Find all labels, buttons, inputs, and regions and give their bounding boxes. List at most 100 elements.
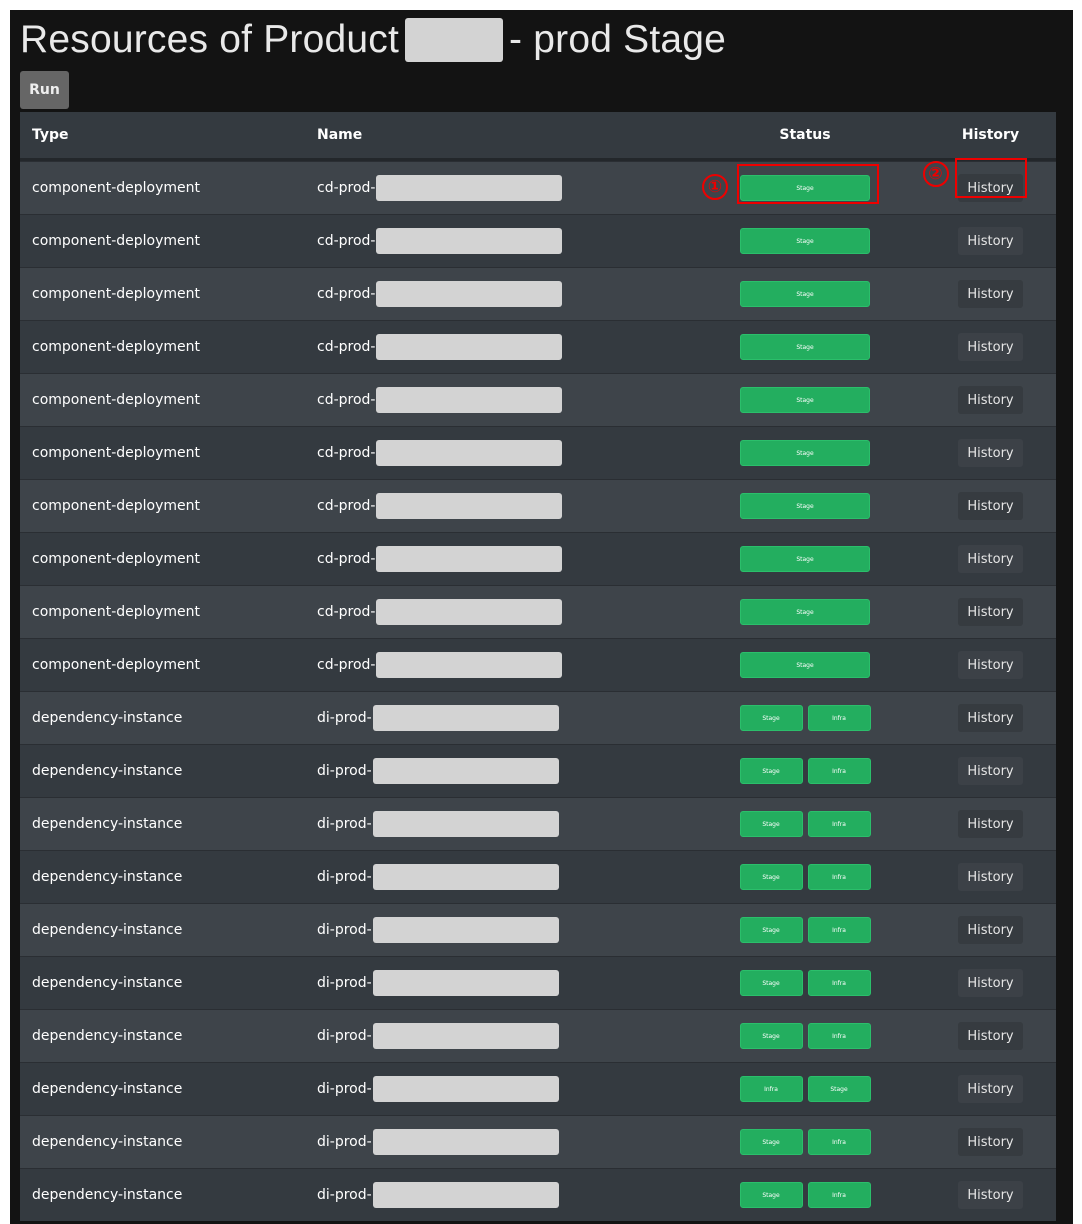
history-button[interactable]: History [958, 386, 1023, 414]
cell-type: dependency-instance [32, 1081, 183, 1097]
redacted-name [376, 228, 563, 254]
redacted-name [372, 1076, 559, 1102]
table-row: component-deployment cd-prod- Stage History [20, 267, 1056, 320]
cell-history: History [925, 969, 1056, 997]
history-button[interactable]: History [958, 651, 1023, 679]
cell-status: Stage Infra [685, 705, 925, 731]
status-badge[interactable]: Stage [740, 281, 870, 307]
cell-type: dependency-instance [32, 1134, 183, 1150]
status-badge[interactable]: Stage [739, 811, 803, 837]
table-row: component-deployment cd-prod- Stage History [20, 532, 1056, 585]
history-button[interactable]: History [958, 439, 1023, 467]
status-badge[interactable]: Stage [740, 334, 870, 360]
redacted-name [372, 1023, 559, 1049]
cell-status: Stage [685, 281, 925, 307]
name-prefix: cd-prod- [317, 233, 376, 249]
history-button[interactable]: History [958, 227, 1023, 255]
cell-type: dependency-instance [32, 1187, 183, 1203]
status-badge[interactable]: Stage [740, 493, 870, 519]
redacted-name [372, 917, 559, 943]
cell-history: History ② [922, 158, 1056, 202]
status-badge[interactable]: Stage [739, 1129, 803, 1155]
status-badge[interactable]: Stage [739, 917, 803, 943]
cell-history: History [925, 492, 1056, 520]
status-badge[interactable]: Infra [807, 1023, 871, 1049]
name-prefix: di-prod- [317, 816, 372, 832]
status-badge[interactable]: Stage [739, 1182, 803, 1208]
name-prefix: cd-prod- [317, 604, 376, 620]
status-badge[interactable]: Stage [739, 1023, 803, 1049]
history-button[interactable]: History [958, 863, 1023, 891]
status-badge[interactable]: Infra [807, 1129, 871, 1155]
table-row: component-deployment cd-prod- Stage History [20, 638, 1056, 691]
status-badge[interactable]: Infra [807, 864, 871, 890]
history-button[interactable]: History [958, 704, 1023, 732]
status-badge[interactable]: Infra [807, 917, 871, 943]
history-button[interactable]: History [958, 280, 1023, 308]
cell-name: di-prod- [305, 917, 685, 943]
name-prefix: di-prod- [317, 1081, 372, 1097]
history-button[interactable]: History [958, 757, 1023, 785]
status-badge[interactable]: Infra [739, 1076, 803, 1102]
status-badge[interactable]: Stage [739, 970, 803, 996]
status-badge[interactable]: Infra [807, 705, 871, 731]
cell-history: History [925, 1022, 1056, 1050]
status-badge[interactable]: Stage [807, 1076, 871, 1102]
table-row: dependency-instance di-prod- Stage Infra His… [20, 797, 1056, 850]
annotation-number-2: ② [922, 161, 949, 187]
status-badge[interactable]: Infra [807, 1182, 871, 1208]
cell-history: History [925, 651, 1056, 679]
status-badge[interactable]: Infra [807, 811, 871, 837]
cell-history: History [925, 386, 1056, 414]
cell-status: Stage [685, 228, 925, 254]
cell-type: component-deployment [32, 233, 200, 249]
history-button[interactable]: History [958, 598, 1023, 626]
status-badge[interactable]: Stage [740, 387, 870, 413]
status-badge[interactable]: Stage [740, 652, 870, 678]
name-prefix: cd-prod- [317, 657, 376, 673]
history-button[interactable]: History [958, 810, 1023, 838]
redacted-name [376, 652, 563, 678]
cell-name: di-prod- [305, 758, 685, 784]
history-button[interactable]: History [958, 916, 1023, 944]
status-badge[interactable]: Stage [740, 228, 870, 254]
cell-status: Stage [685, 599, 925, 625]
history-button[interactable]: History [958, 333, 1023, 361]
cell-status: Stage Infra [685, 1023, 925, 1049]
cell-name: di-prod- [305, 1023, 685, 1049]
history-button[interactable]: History [958, 1181, 1023, 1209]
cell-type: component-deployment [32, 498, 200, 514]
status-badge[interactable]: Stage [739, 864, 803, 890]
cell-type: dependency-instance [32, 1028, 183, 1044]
page-title: Resources of Product - prod Stage [20, 18, 726, 62]
cell-name: cd-prod- [305, 281, 685, 307]
cell-status: Stage [685, 652, 925, 678]
status-badge[interactable]: Stage [740, 546, 870, 572]
status-badge[interactable]: Infra [807, 970, 871, 996]
run-button[interactable]: Run [20, 71, 69, 109]
redacted-name [376, 440, 563, 466]
cell-name: di-prod- [305, 1076, 685, 1102]
history-button[interactable]: History [958, 969, 1023, 997]
history-button[interactable]: History [958, 1128, 1023, 1156]
cell-status: Stage Infra [685, 917, 925, 943]
cell-status: Stage [685, 334, 925, 360]
status-badge[interactable]: Stage [739, 705, 803, 731]
cell-type: component-deployment [32, 657, 200, 673]
redacted-name [376, 493, 563, 519]
redacted-name [372, 864, 559, 890]
name-prefix: di-prod- [317, 975, 372, 991]
history-button[interactable]: History [958, 1075, 1023, 1103]
history-button[interactable]: History [958, 1022, 1023, 1050]
annotation-number-1: ① [702, 174, 728, 200]
history-button[interactable]: History [958, 545, 1023, 573]
table-row: dependency-instance di-prod- Stage Infra His… [20, 903, 1056, 956]
status-badge[interactable]: Stage [739, 758, 803, 784]
status-badge[interactable]: Stage [740, 440, 870, 466]
status-badge[interactable]: Stage [740, 599, 870, 625]
status-badge[interactable]: Infra [807, 758, 871, 784]
cell-name: cd-prod- [305, 493, 685, 519]
cell-status: Stage [685, 440, 925, 466]
history-button[interactable]: History [958, 492, 1023, 520]
table-row: component-deployment cd-prod- Stage History [20, 373, 1056, 426]
